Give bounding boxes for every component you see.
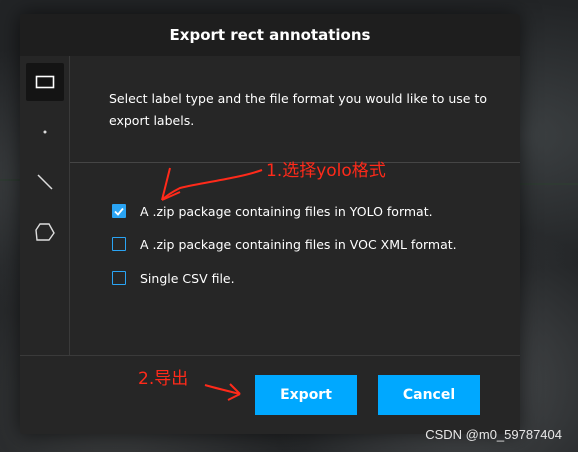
option-label: A .zip package containing files in VOC X… (140, 236, 457, 252)
line-tool-icon (37, 174, 53, 190)
option-csv[interactable]: Single CSV file. (112, 268, 235, 288)
point-tool-button[interactable] (26, 113, 64, 151)
rectangle-tool-icon (35, 75, 55, 89)
annotation-step2: 2.导出 (138, 369, 189, 389)
polygon-tool-button[interactable] (26, 213, 64, 251)
csv-checkbox[interactable] (112, 271, 126, 285)
point-tool-icon (43, 130, 47, 134)
polygon-tool-icon (35, 223, 55, 241)
option-label: Single CSV file. (140, 270, 235, 286)
footer-divider (20, 355, 520, 356)
checkmark-icon (114, 207, 124, 216)
option-voc[interactable]: A .zip package containing files in VOC X… (112, 234, 457, 254)
background-line (520, 183, 578, 185)
dialog-description: Select label type and the file format yo… (109, 91, 487, 128)
dialog-title: Export rect annotations (20, 14, 520, 56)
cancel-button[interactable]: Cancel (378, 375, 480, 415)
annotation-step1: 1.选择yolo格式 (266, 161, 386, 181)
option-yolo[interactable]: A .zip package containing files in YOLO … (112, 201, 433, 221)
label-type-sidebar (20, 56, 70, 356)
option-label: A .zip package containing files in YOLO … (140, 203, 433, 219)
background-line (0, 179, 22, 181)
rectangle-tool-button[interactable] (26, 63, 64, 101)
line-tool-button[interactable] (26, 163, 64, 201)
voc-checkbox[interactable] (112, 237, 126, 251)
yolo-checkbox[interactable] (112, 204, 126, 218)
watermark: CSDN @m0_59787404 (425, 427, 562, 442)
export-dialog: Export rect annotations Select label typ… (20, 14, 520, 434)
export-button[interactable]: Export (255, 375, 357, 415)
